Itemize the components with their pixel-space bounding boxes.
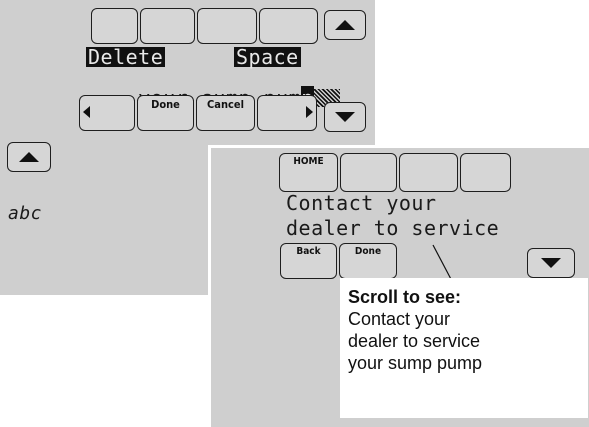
callout-line-3: your sump pump [348, 353, 483, 373]
callout-line-1: Contact your [348, 309, 451, 329]
callout-heading: Scroll to see: [348, 287, 462, 307]
scroll-callout: Scroll to see: Contact your dealer to se… [340, 278, 588, 418]
callout-line-2: dealer to service [348, 331, 481, 351]
